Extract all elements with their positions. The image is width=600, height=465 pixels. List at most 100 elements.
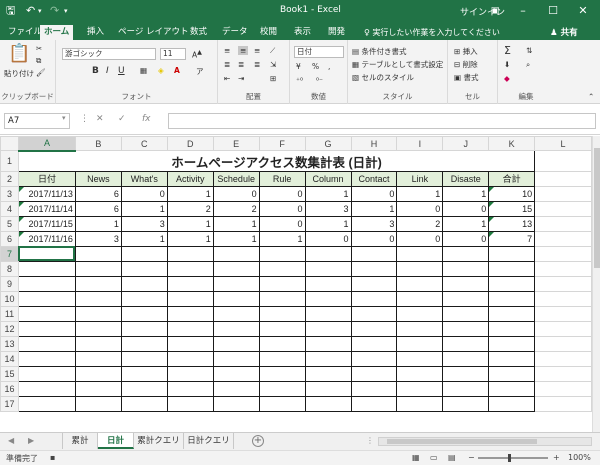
font-size-select[interactable]: 11 [160,48,186,60]
font-name-select[interactable]: 游ゴシック [62,48,156,60]
cell-h10[interactable] [350,290,398,307]
column-label-cell[interactable]: Rule [258,170,306,187]
vertical-scroll-thumb[interactable] [594,148,600,268]
cell-c11[interactable] [120,305,168,322]
insert-function-icon[interactable]: fx [142,114,151,124]
cell-e13[interactable] [212,335,260,352]
tab-home[interactable]: ホーム [40,25,74,40]
cell-l14[interactable] [534,350,592,367]
cell-k16[interactable] [488,380,536,397]
cell-b13[interactable] [74,335,122,352]
value-cell[interactable]: 1 [258,230,306,247]
cell-d17[interactable] [166,395,214,412]
cell-e14[interactable] [212,350,260,367]
cell-k10[interactable] [488,290,536,307]
row-header[interactable]: 9 [0,275,19,292]
cell-i7[interactable] [396,245,444,262]
value-cell[interactable]: 1 [74,215,122,232]
cell-b7[interactable] [74,245,122,262]
cell-b9[interactable] [74,275,122,292]
cell-l11[interactable] [534,305,592,322]
cell-k9[interactable] [488,275,536,292]
zoom-out-button[interactable]: − [468,453,475,462]
row-header[interactable]: 1 [0,150,19,172]
new-sheet-icon[interactable]: + [252,435,264,447]
column-label-cell[interactable]: News [74,170,122,187]
row-header[interactable]: 12 [0,320,19,337]
cell-k14[interactable] [488,350,536,367]
column-label-cell[interactable]: Column [304,170,352,187]
row-header[interactable]: 5 [0,215,19,232]
merge-center-icon[interactable]: ⊞ [270,74,276,83]
cell-a12[interactable] [17,320,76,337]
normal-view-icon[interactable]: ▦ [412,453,420,462]
cell-b11[interactable] [74,305,122,322]
column-label-cell[interactable]: Disaste [442,170,490,187]
value-cell[interactable]: 1 [212,230,260,247]
row-header[interactable]: 13 [0,335,19,352]
cell-b16[interactable] [74,380,122,397]
cell-a10[interactable] [17,290,76,307]
cell-j12[interactable] [442,320,490,337]
value-cell[interactable]: 6 [74,200,122,217]
conditional-format-button[interactable]: ▤ 条件付き書式 [352,46,406,57]
align-left-icon[interactable]: ≣ [224,60,230,69]
cell-h13[interactable] [350,335,398,352]
value-cell[interactable]: 0 [350,230,398,247]
cell-b14[interactable] [74,350,122,367]
value-cell[interactable]: 1 [120,200,168,217]
cell-e7[interactable] [212,245,260,262]
value-cell[interactable]: 1 [396,185,444,202]
cell-j14[interactable] [442,350,490,367]
date-cell[interactable]: 2017/11/13 [17,185,76,202]
cell-d7[interactable] [166,245,214,262]
cell-h14[interactable] [350,350,398,367]
value-cell[interactable]: 0 [212,185,260,202]
more-options-icon[interactable]: ⋮ [80,114,89,124]
cell-g11[interactable] [304,305,352,322]
cell-h8[interactable] [350,260,398,277]
active-cell[interactable] [17,245,76,262]
cell-h7[interactable] [350,245,398,262]
cell-c9[interactable] [120,275,168,292]
number-format-select[interactable]: 日付 [294,46,344,58]
cell-f17[interactable] [258,395,306,412]
value-cell[interactable]: 7 [488,230,536,247]
cell-c16[interactable] [120,380,168,397]
sheet-title-cell[interactable]: ホームページアクセス数集計表 (日計) [17,150,536,172]
cell-d16[interactable] [166,380,214,397]
cell-f9[interactable] [258,275,306,292]
vertical-scrollbar[interactable] [592,136,600,432]
cell-k11[interactable] [488,305,536,322]
italic-button[interactable]: I [106,66,109,76]
value-cell[interactable]: 0 [304,230,352,247]
cell-k7[interactable] [488,245,536,262]
cell-b8[interactable] [74,260,122,277]
zoom-slider[interactable] [478,457,548,459]
tab-review[interactable]: 校閲 [256,25,281,40]
cell-d9[interactable] [166,275,214,292]
sheet-tab-cumulative[interactable]: 累計 [62,433,98,449]
enter-icon[interactable]: ✓ [118,114,126,124]
cell-l1[interactable] [534,150,592,172]
find-icon[interactable]: ⌕ [526,60,530,70]
format-cells-button[interactable]: ▣ 書式 [454,72,478,83]
value-cell[interactable]: 0 [442,200,490,217]
cell-d8[interactable] [166,260,214,277]
select-all-corner[interactable] [0,136,19,151]
column-label-cell[interactable]: Link [396,170,444,187]
sheet-tab-daily[interactable]: 日計 [98,433,134,449]
cell-d10[interactable] [166,290,214,307]
value-cell[interactable]: 3 [304,200,352,217]
cell-h16[interactable] [350,380,398,397]
column-header-l[interactable]: L [534,136,592,151]
cell-j11[interactable] [442,305,490,322]
tab-view[interactable]: 表示 [290,25,315,40]
value-cell[interactable]: 3 [120,215,168,232]
cell-c12[interactable] [120,320,168,337]
row-header[interactable]: 14 [0,350,19,367]
cell-e15[interactable] [212,365,260,382]
value-cell[interactable]: 3 [350,215,398,232]
cell-l17[interactable] [534,395,592,412]
cell-k17[interactable] [488,395,536,412]
